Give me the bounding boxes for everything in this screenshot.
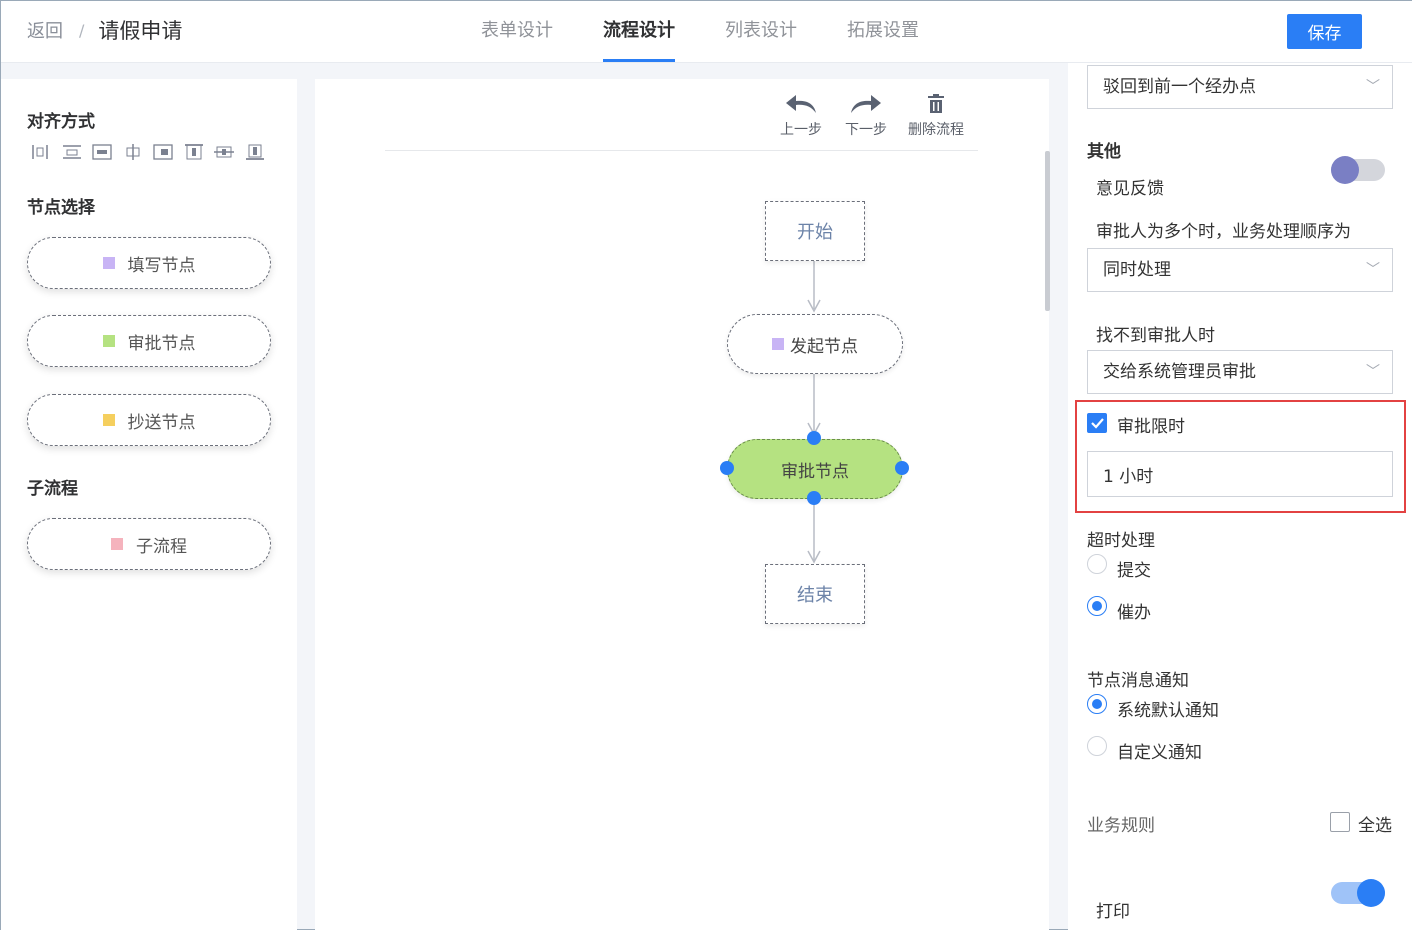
other-section-title: 其他	[1087, 142, 1121, 162]
start-node[interactable]: 开始	[765, 201, 865, 261]
timeout-urge-radio[interactable]	[1087, 596, 1107, 616]
notify-default-label: 系统默认通知	[1117, 701, 1219, 721]
initiate-node[interactable]: 发起节点	[727, 314, 903, 374]
business-rules-label: 业务规则	[1087, 816, 1155, 836]
timeout-submit-radio[interactable]	[1087, 554, 1107, 574]
end-node[interactable]: 结束	[765, 564, 865, 624]
timeout-section-title: 超时处理	[1087, 531, 1155, 551]
initiate-node-swatch	[772, 338, 784, 350]
print-label: 打印	[1096, 902, 1130, 922]
notify-custom-radio[interactable]	[1087, 736, 1107, 756]
time-limit-label: 审批限时	[1117, 417, 1185, 437]
select-all-checkbox[interactable]	[1330, 812, 1350, 832]
check-icon	[1091, 418, 1104, 429]
reject-target-select[interactable]: 驳回到前一个经办点 ﹀	[1087, 65, 1393, 109]
feedback-toggle-knob	[1331, 156, 1359, 184]
chevron-down-icon: ﹀	[1366, 262, 1380, 278]
connect-handle-top[interactable]	[807, 431, 821, 445]
chevron-down-icon: ﹀	[1366, 79, 1380, 95]
reject-target-value: 驳回到前一个经办点	[1103, 77, 1256, 97]
chevron-down-icon: ﹀	[1366, 364, 1380, 380]
feedback-label: 意见反馈	[1096, 179, 1164, 199]
time-limit-input[interactable]	[1087, 451, 1393, 497]
approver-order-label: 审批人为多个时，业务处理顺序为	[1096, 222, 1351, 242]
approve-node-canvas-label: 审批节点	[781, 461, 849, 482]
approve-node-selected[interactable]: 审批节点	[727, 439, 903, 499]
notify-custom-label: 自定义通知	[1117, 743, 1202, 763]
feedback-toggle[interactable]	[1331, 156, 1385, 184]
approver-order-value: 同时处理	[1103, 260, 1171, 280]
timeout-submit-label: 提交	[1117, 561, 1151, 581]
notify-default-radio[interactable]	[1087, 694, 1107, 714]
print-toggle-knob	[1357, 879, 1385, 907]
time-limit-checkbox[interactable]	[1087, 413, 1107, 433]
timeout-urge-label: 催办	[1117, 603, 1151, 623]
missing-approver-label: 找不到审批人时	[1096, 326, 1215, 346]
notify-section-title: 节点消息通知	[1087, 671, 1189, 691]
print-toggle[interactable]	[1331, 879, 1385, 907]
connect-handle-left[interactable]	[720, 461, 734, 475]
initiate-node-label: 发起节点	[790, 336, 858, 357]
missing-approver-value: 交给系统管理员审批	[1103, 362, 1256, 382]
missing-approver-select[interactable]: 交给系统管理员审批 ﹀	[1087, 350, 1393, 394]
select-all-label: 全选	[1358, 816, 1392, 836]
approver-order-select[interactable]: 同时处理 ﹀	[1087, 248, 1393, 292]
connect-handle-right[interactable]	[895, 461, 909, 475]
connect-handle-bottom[interactable]	[807, 491, 821, 505]
